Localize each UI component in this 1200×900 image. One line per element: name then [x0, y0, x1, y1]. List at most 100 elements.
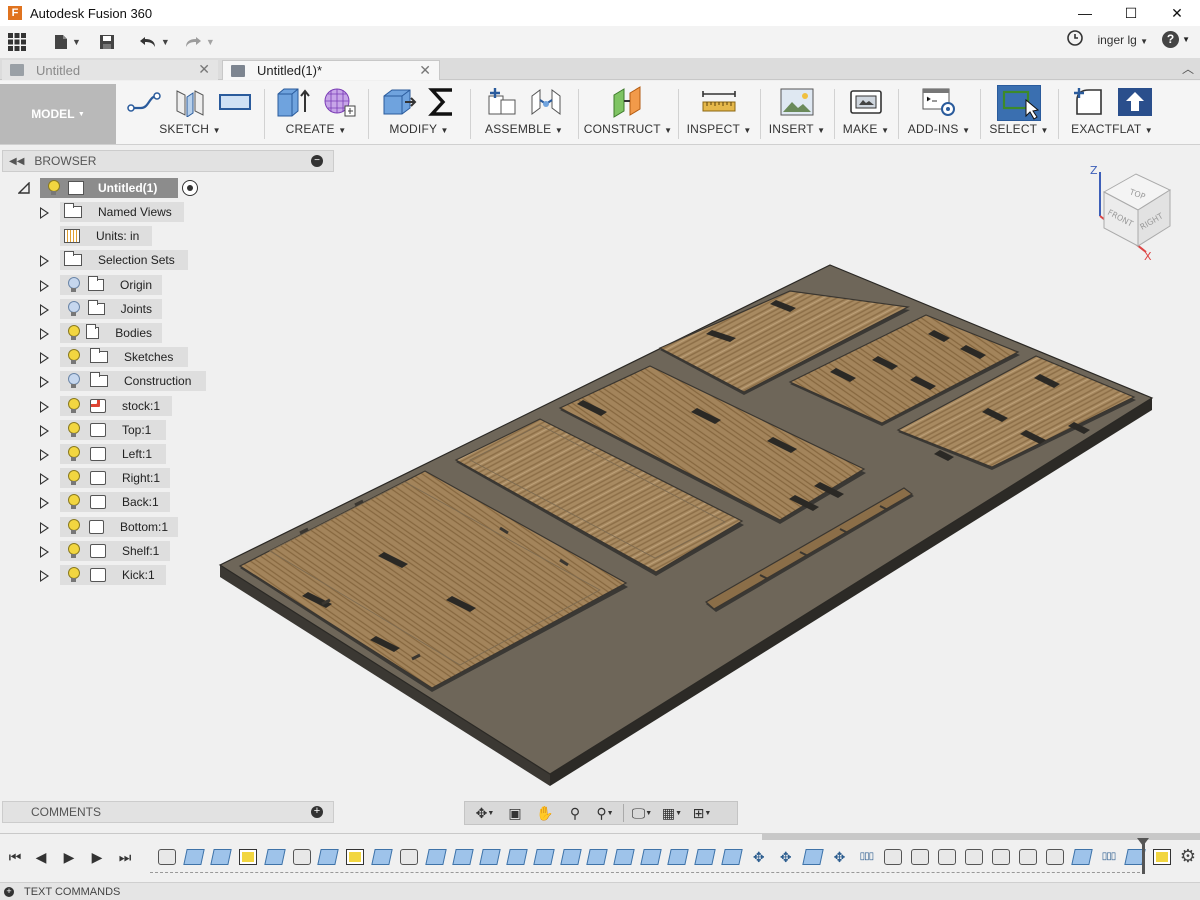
sketch-feature-icon[interactable] [346, 849, 365, 865]
extrude-feature-icon[interactable] [801, 849, 824, 865]
extrude-feature-icon[interactable] [183, 849, 205, 865]
extrude-feature-icon[interactable] [694, 849, 716, 865]
expand-triangle-icon[interactable] [40, 545, 49, 558]
tree-item-row[interactable]: Kick:1 [0, 564, 240, 586]
close-tab-icon[interactable]: ✕ [419, 62, 431, 79]
display-settings-icon[interactable]: 🖵 ▼ [628, 803, 656, 823]
comments-panel[interactable]: COMMENTS + [2, 801, 334, 823]
tree-item-row[interactable]: Left:1 [0, 443, 240, 465]
construct-group[interactable]: CONSTRUCT ▼ [582, 84, 674, 144]
step-back-icon[interactable]: ◀ [30, 847, 52, 867]
extrude-feature-icon[interactable] [210, 849, 232, 865]
expand-triangle-icon[interactable] [40, 400, 49, 413]
pattern-feature-icon[interactable]: ▯▯▯ [1100, 849, 1118, 865]
joint-icon[interactable] [529, 86, 563, 121]
expand-text-commands-icon[interactable]: + [4, 886, 14, 897]
extrude-feature-icon[interactable] [667, 849, 689, 865]
visibility-bulb-icon[interactable] [66, 373, 80, 389]
stop-sketch-icon[interactable] [173, 87, 207, 120]
exactflat-flatten-icon[interactable] [1117, 86, 1153, 121]
redo-button[interactable]: ▼ [184, 30, 215, 54]
visibility-bulb-icon[interactable] [66, 421, 80, 438]
tab-untitled[interactable]: Untitled ✕ [2, 60, 218, 80]
insert-group[interactable]: INSERT ▼ [764, 84, 830, 144]
exactflat-group[interactable]: EXACTFLAT ▼ [1062, 84, 1162, 144]
close-tab-icon[interactable]: ✕ [198, 61, 210, 78]
expand-triangle-icon[interactable] [40, 376, 49, 389]
expand-triangle-icon[interactable] [40, 352, 49, 365]
maximize-button[interactable]: ☐ [1108, 0, 1154, 26]
extrude-feature-icon[interactable] [640, 849, 662, 865]
collapse-triangle-icon[interactable] [17, 181, 30, 197]
offset-plane-icon[interactable] [610, 85, 646, 122]
tree-item[interactable]: stock:1 [60, 395, 172, 416]
expand-triangle-icon[interactable] [40, 449, 49, 461]
joint-feature-icon[interactable] [911, 849, 930, 865]
move-feature-icon[interactable]: ✥ [831, 849, 849, 865]
orbit-icon[interactable]: ✥ ▼ [471, 803, 499, 823]
extrude-icon[interactable] [275, 86, 311, 121]
joint-feature-icon[interactable] [158, 849, 176, 865]
visibility-bulb-icon[interactable] [66, 349, 80, 365]
press-pull-icon[interactable] [381, 86, 417, 121]
tree-item-row[interactable]: Shelf:1 [0, 540, 240, 562]
look-at-icon[interactable]: ▣ [501, 803, 529, 823]
expand-triangle-icon[interactable] [40, 207, 49, 219]
visibility-bulb-icon[interactable] [66, 276, 81, 293]
extrude-feature-icon[interactable] [586, 849, 609, 865]
joint-feature-icon[interactable] [884, 849, 903, 865]
joint-feature-icon[interactable] [1018, 849, 1037, 865]
tree-item[interactable]: Right:1 [60, 468, 170, 489]
expand-triangle-icon[interactable] [40, 303, 49, 316]
make-group[interactable]: MAKE ▼ [838, 84, 894, 144]
browser-panel-header[interactable]: ◀◀ BROWSER − [2, 150, 334, 172]
expand-triangle-icon[interactable] [40, 279, 49, 292]
line-sketch-icon[interactable] [127, 88, 163, 119]
visibility-bulb-icon[interactable] [66, 300, 81, 317]
tree-item-row[interactable]: Right:1 [0, 467, 240, 489]
user-account-menu[interactable]: inger lg ▼ [1097, 33, 1148, 47]
go-to-start-icon[interactable]: ⏮ [4, 847, 26, 867]
timeline-scrollbar[interactable] [762, 834, 1200, 840]
tree-item[interactable]: Bodies [60, 323, 162, 343]
expand-triangle-icon[interactable] [40, 497, 49, 510]
tree-item[interactable]: Units: in [60, 226, 152, 247]
scripts-add-ins-icon[interactable] [921, 86, 957, 121]
pan-hand-icon[interactable]: ✋ [531, 803, 559, 823]
joint-feature-icon[interactable] [400, 849, 419, 865]
viewports-icon[interactable]: ⊞ ▼ [688, 803, 716, 823]
exactflat-new-icon[interactable] [1071, 86, 1107, 121]
tab-untitled-1[interactable]: Untitled(1)* ✕ [222, 60, 440, 80]
joint-feature-icon[interactable] [292, 849, 311, 865]
tree-item[interactable]: Bottom:1 [60, 516, 178, 537]
modify-group[interactable]: MODIFY ▼ [372, 84, 466, 144]
joint-feature-icon[interactable] [991, 849, 1010, 865]
insert-image-icon[interactable] [779, 86, 815, 121]
extrude-feature-icon[interactable] [317, 849, 340, 865]
tree-item-row[interactable]: Sketches [0, 346, 240, 368]
chevron-up-icon[interactable]: ︿ [1182, 60, 1194, 77]
timeline-marker[interactable] [1137, 838, 1149, 874]
play-icon[interactable]: ▶ [58, 847, 80, 867]
extrude-feature-icon[interactable] [263, 849, 286, 865]
window-select-icon[interactable] [997, 85, 1041, 121]
rectangle-sketch-icon[interactable] [217, 90, 253, 117]
tree-item[interactable]: Shelf:1 [60, 540, 170, 561]
fit-zoom-icon[interactable]: ⚲ ▼ [591, 803, 619, 823]
expand-triangle-icon[interactable] [40, 424, 49, 437]
extrude-feature-icon[interactable] [479, 849, 501, 865]
visibility-bulb-icon[interactable] [66, 446, 80, 462]
visibility-bulb-icon[interactable] [66, 518, 80, 535]
step-forward-icon[interactable]: ▶ [86, 847, 108, 867]
tree-item-row[interactable]: Bodies [0, 322, 240, 344]
form-sphere-icon[interactable] [321, 86, 357, 121]
sketch-feature-icon[interactable] [1153, 849, 1172, 865]
zoom-icon[interactable]: ⚲ [561, 803, 589, 823]
visibility-bulb-icon[interactable] [46, 180, 60, 196]
tree-item-row[interactable]: Units: in [0, 225, 240, 247]
tree-item[interactable]: Kick:1 [60, 565, 166, 585]
3d-print-icon[interactable] [849, 87, 883, 120]
close-button[interactable]: ✕ [1154, 0, 1200, 26]
assemble-group[interactable]: ASSEMBLE ▼ [474, 84, 574, 144]
joint-feature-icon[interactable] [965, 849, 983, 865]
